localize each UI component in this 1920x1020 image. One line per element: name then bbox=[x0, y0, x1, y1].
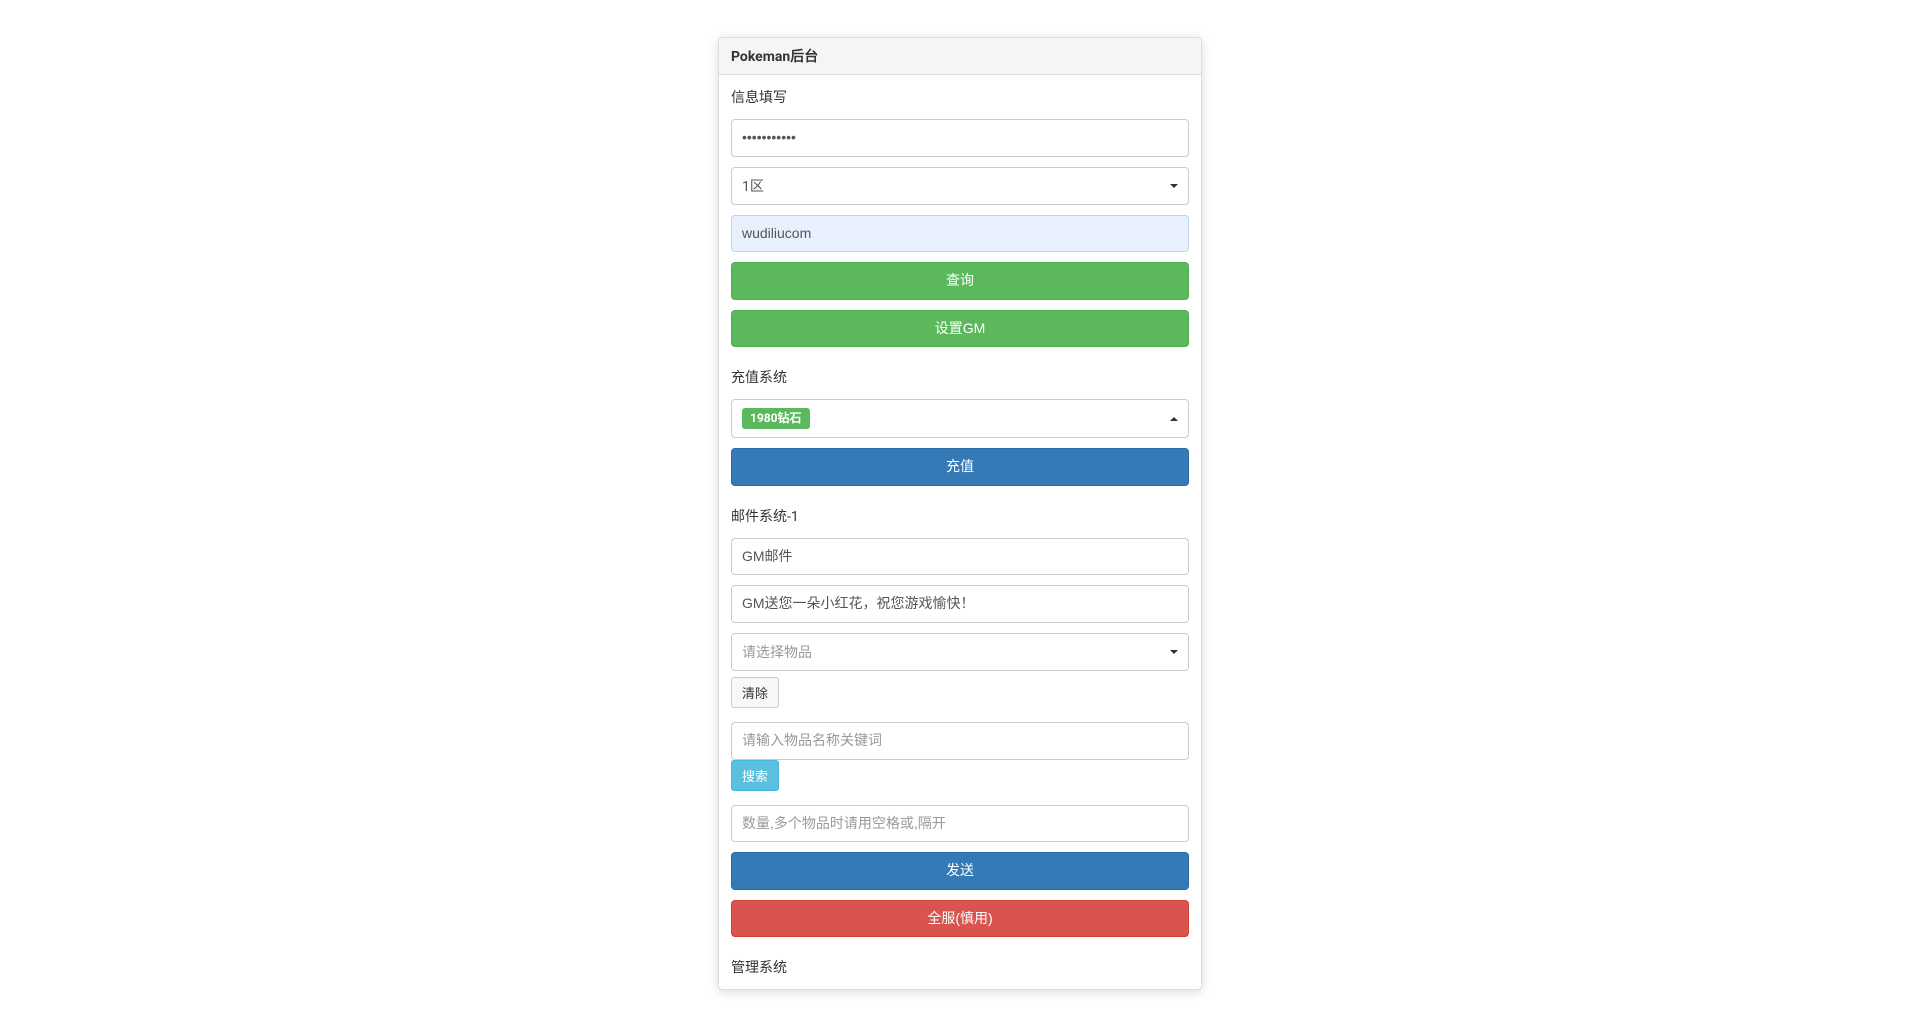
clear-button[interactable]: 清除 bbox=[731, 677, 779, 708]
panel-body: 信息填写 1区 查询 设置GM 充值系统 bbox=[719, 75, 1201, 989]
section-label-admin: 管理系统 bbox=[731, 957, 1189, 977]
quantity-input[interactable] bbox=[731, 805, 1189, 843]
username-input[interactable] bbox=[731, 215, 1189, 253]
recharge-product-select[interactable]: 1980钻石 bbox=[731, 399, 1189, 438]
recharge-button[interactable]: 充值 bbox=[731, 448, 1189, 486]
chevron-down-icon bbox=[1170, 184, 1178, 188]
zone-select-value: 1区 bbox=[742, 176, 764, 196]
password-input[interactable] bbox=[731, 119, 1189, 157]
chevron-up-icon bbox=[1170, 417, 1178, 421]
chevron-down-icon bbox=[1170, 650, 1178, 654]
section-label-mail: 邮件系统-1 bbox=[731, 506, 1189, 526]
item-select[interactable]: 请选择物品 bbox=[731, 633, 1189, 671]
section-label-recharge: 充值系统 bbox=[731, 367, 1189, 387]
zone-select[interactable]: 1区 bbox=[731, 167, 1189, 205]
page-wrap: Pokeman后台 信息填写 1区 查询 设置GM bbox=[0, 0, 1920, 1020]
panel-title: Pokeman后台 bbox=[719, 38, 1201, 75]
search-button[interactable]: 搜索 bbox=[731, 760, 779, 791]
admin-panel: Pokeman后台 信息填写 1区 查询 设置GM bbox=[718, 37, 1202, 990]
mail-subject-input[interactable] bbox=[731, 538, 1189, 576]
mail-body-input[interactable] bbox=[731, 585, 1189, 623]
recharge-product-badge: 1980钻石 bbox=[742, 408, 810, 429]
item-select-placeholder: 请选择物品 bbox=[742, 642, 812, 662]
send-all-button[interactable]: 全服(慎用) bbox=[731, 900, 1189, 938]
item-keyword-input[interactable] bbox=[731, 722, 1189, 760]
section-label-info: 信息填写 bbox=[731, 87, 1189, 107]
send-button[interactable]: 发送 bbox=[731, 852, 1189, 890]
set-gm-button[interactable]: 设置GM bbox=[731, 310, 1189, 348]
query-button[interactable]: 查询 bbox=[731, 262, 1189, 300]
